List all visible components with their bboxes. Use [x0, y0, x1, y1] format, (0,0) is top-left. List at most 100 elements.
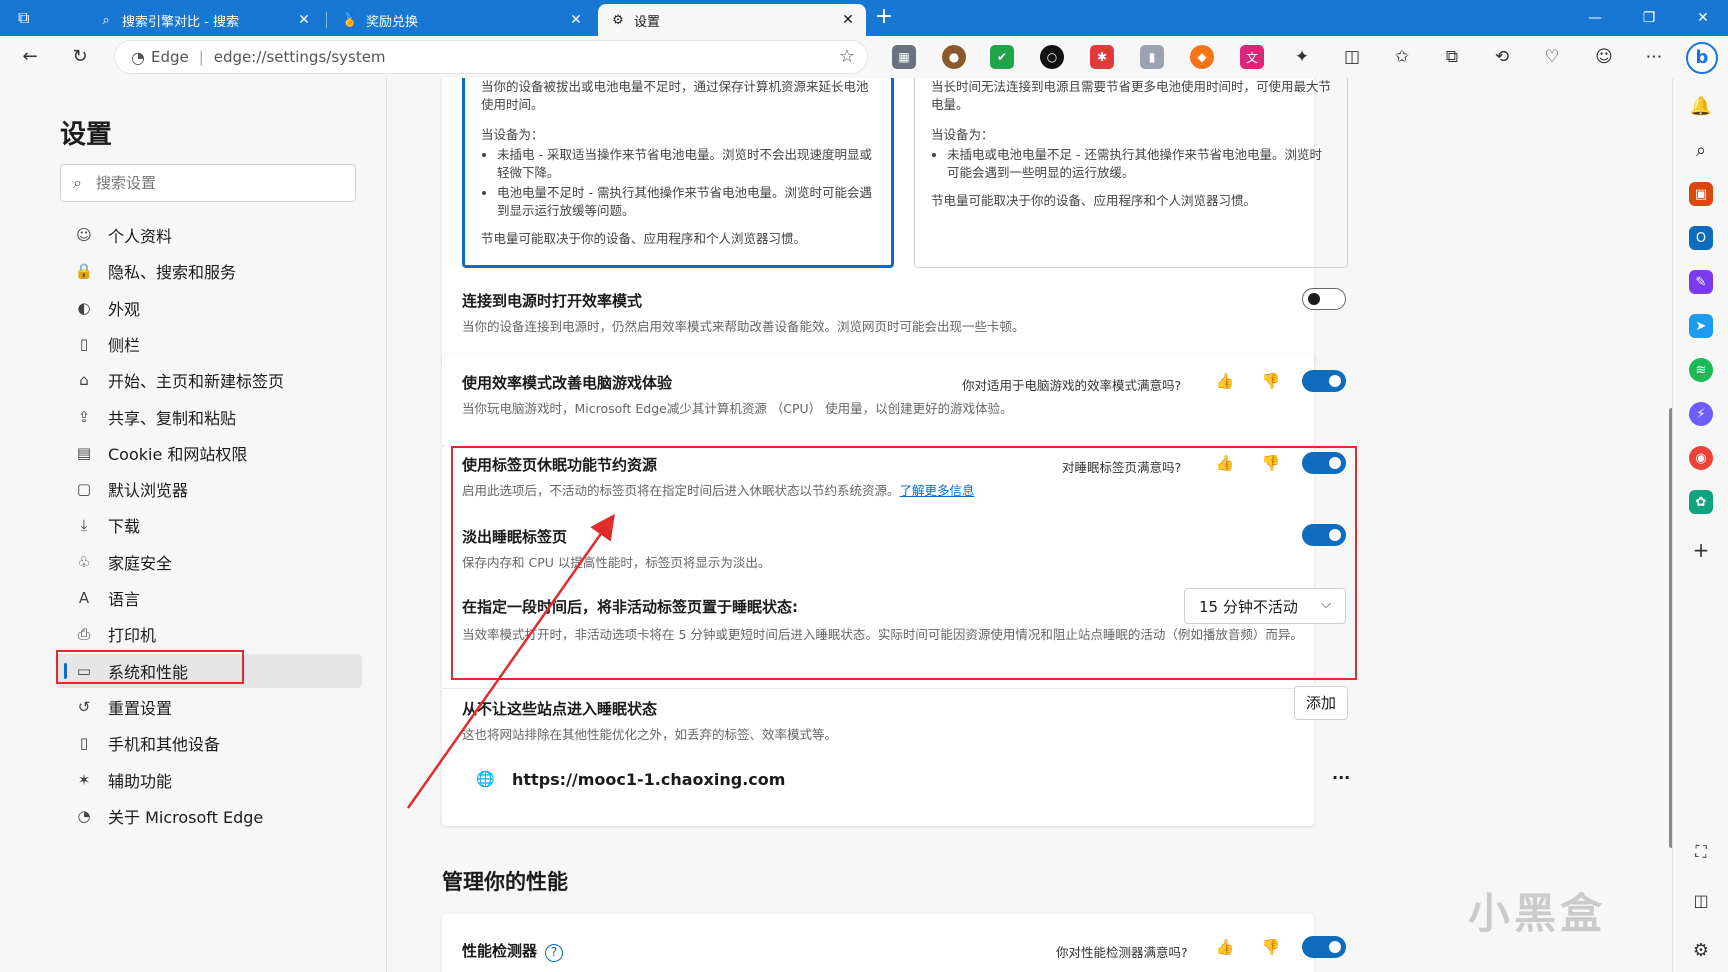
sidebar-item-language[interactable]: A 语言: [74, 581, 364, 615]
back-button[interactable]: ←: [16, 43, 44, 71]
history-icon[interactable]: ⟲: [1490, 45, 1514, 69]
thumbs-up-icon[interactable]: 👍: [1214, 938, 1236, 956]
sidebar-item-share[interactable]: ⇪ 共享、复制和粘贴: [74, 400, 364, 434]
balanced-savings-option[interactable]: 当你的设备被拔出或电池电量不足时，通过保存计算机资源来延长电池使用时间。 当设备…: [462, 78, 894, 268]
gaming-toggle[interactable]: [1302, 370, 1346, 392]
url-text[interactable]: edge://settings/system: [214, 48, 386, 66]
sidebar-item-edge-logo[interactable]: ◔ 关于 Microsoft Edge: [74, 799, 364, 833]
edge-brand-label: Edge: [150, 48, 189, 66]
close-window-button[interactable]: ✕: [1680, 6, 1726, 30]
edge-sidebar: 🔔 ⌕ ▣ O ✎ ➤ ≋ ⚡ ◉ ✿ + ⛶ ◫ ⚙: [1672, 78, 1728, 972]
mode-note: 节电量可能取决于你的设备、应用程序和个人浏览器习惯。: [481, 231, 807, 246]
phone-icon: ▯: [79, 734, 89, 753]
close-icon[interactable]: ✕: [840, 12, 856, 28]
favorites-icon[interactable]: ✩: [1390, 45, 1414, 69]
sidebar-item-family[interactable]: ♧ 家庭安全: [74, 545, 364, 579]
search-icon: ⌕: [73, 173, 82, 192]
sidebar-item-palette[interactable]: ◐ 外观: [74, 291, 364, 325]
mode-bullets: 未插电 - 采取适当操作来节省电池电量。浏览时不会出现速度明显或轻微下降。 电池…: [497, 146, 875, 220]
edge-logo-icon: ◔: [77, 806, 91, 825]
tab-rewards[interactable]: 🏅 奖励兑换 ✕: [330, 4, 594, 36]
gear-icon[interactable]: ⚙: [1689, 938, 1713, 962]
sidebar-item-phone[interactable]: ▯ 手机和其他设备: [74, 726, 364, 760]
restore-button[interactable]: ❐: [1626, 6, 1672, 30]
favorite-star-icon[interactable]: ☆: [839, 46, 855, 67]
more-menu-icon[interactable]: ⋯: [1642, 45, 1666, 69]
outlook-icon[interactable]: O: [1689, 226, 1713, 250]
extension-translate-icon[interactable]: 文: [1240, 45, 1264, 69]
thumbs-up-icon[interactable]: 👍: [1214, 372, 1236, 390]
sidebar-toggle-icon[interactable]: ◫: [1689, 888, 1713, 912]
sidebar-item-printer[interactable]: ⎙ 打印机: [74, 617, 364, 651]
sidebar-item-label: 下载: [108, 517, 141, 537]
add-site-button[interactable]: 添加: [1294, 686, 1348, 720]
medal-icon: 🏅: [341, 12, 359, 28]
screenshot-icon[interactable]: ⛶: [1689, 840, 1713, 864]
sidebar-item-reset[interactable]: ↺ 重置设置: [74, 690, 364, 724]
help-icon[interactable]: ?: [545, 944, 564, 962]
send-icon[interactable]: ➤: [1689, 314, 1713, 338]
accessibility-icon: ✶: [77, 770, 91, 789]
sidebar-item-lock[interactable]: 🔒 隐私、搜索和服务: [74, 254, 364, 288]
add-icon[interactable]: +: [1689, 538, 1713, 562]
new-tab-button[interactable]: +: [872, 6, 896, 30]
sidebar-item-cookie[interactable]: ▤ Cookie 和网站权限: [74, 436, 364, 470]
designer-icon[interactable]: ✎: [1689, 270, 1713, 294]
sidebar-item-accessibility[interactable]: ✶ 辅助功能: [74, 763, 364, 797]
search-input[interactable]: [95, 174, 326, 192]
extension-cookie-icon[interactable]: ●: [942, 45, 966, 69]
workspaces-icon[interactable]: ⧉: [18, 8, 38, 28]
extension-red-icon[interactable]: ✱: [1090, 45, 1114, 69]
close-icon[interactable]: ✕: [568, 12, 584, 28]
excluded-site-url: https://mooc1-1.chaoxing.com: [512, 770, 786, 789]
address-bar[interactable]: ◔ Edge | edge://settings/system ☆: [114, 40, 868, 74]
settings-search[interactable]: ⌕: [60, 164, 356, 202]
performance-detector-toggle[interactable]: [1302, 936, 1346, 958]
extension-shield-icon[interactable]: ✔: [990, 45, 1014, 69]
palette-icon: ◐: [77, 298, 91, 317]
gaming-desc: 当你玩电脑游戏时，Microsoft Edge减少其计算机资源 （CPU） 使用…: [462, 401, 1013, 416]
collections-icon[interactable]: ⧉: [1440, 45, 1464, 69]
bell-icon[interactable]: 🔔: [1689, 94, 1713, 118]
sidebar-item-profile[interactable]: ☺ 个人资料: [74, 218, 364, 252]
sidebar-item-label: 共享、复制和粘贴: [108, 408, 237, 428]
sidebar-item-label: 关于 Microsoft Edge: [108, 807, 264, 827]
thumbs-down-icon[interactable]: 👎: [1260, 938, 1282, 956]
copilot-icon[interactable]: b: [1686, 42, 1718, 74]
close-icon[interactable]: ✕: [296, 12, 312, 28]
divider: [442, 688, 1314, 689]
maximum-savings-option[interactable]: 当长时间无法连接到电源且需要节省更多电池使用时间时，可使用最大节电量。 当设备为…: [914, 78, 1348, 268]
refresh-button[interactable]: ↻: [66, 43, 94, 71]
extension-circle-icon[interactable]: ○: [1040, 45, 1064, 69]
split-screen-icon[interactable]: ◫: [1340, 45, 1364, 69]
settings-title: 设置: [60, 120, 113, 150]
extensions-puzzle-icon[interactable]: ✦: [1290, 45, 1314, 69]
tab-settings[interactable]: ⚙ 设置 ✕: [598, 4, 866, 36]
toolbox-icon[interactable]: ▣: [1689, 182, 1713, 206]
extension-orange-icon[interactable]: ◆: [1190, 45, 1214, 69]
extension-game-icon[interactable]: ▦: [892, 45, 916, 69]
sidebar-item-sidebar[interactable]: ▯ 侧栏: [74, 327, 364, 361]
messenger-icon[interactable]: ⚡: [1689, 402, 1713, 426]
settings-page: 设置 ⌕ ☺ 个人资料 🔒 隐私、搜索和服务 ◐ 外观 ▯ 侧栏 ⌂ 开始、主页和新建标签页 ⇪ 共享…: [0, 78, 1672, 972]
chatgpt-icon[interactable]: ✿: [1689, 490, 1713, 514]
site-more-options-icon[interactable]: ···: [1332, 768, 1350, 787]
tab-search-compare[interactable]: ⌕ 搜索引擎对比 - 搜索 ✕: [86, 4, 322, 36]
globe-icon: 🌐: [476, 770, 495, 788]
edge-logo-icon: ◔: [131, 47, 145, 67]
chrome-icon[interactable]: ◉: [1689, 446, 1713, 470]
cookie-icon: ▤: [76, 443, 92, 462]
thumbs-down-icon[interactable]: 👎: [1260, 372, 1282, 390]
search-icon[interactable]: ⌕: [1689, 138, 1713, 162]
performance-heart-icon[interactable]: ♡: [1540, 45, 1564, 69]
extension-book-icon[interactable]: ▮: [1140, 45, 1164, 69]
sidebar-item-home[interactable]: ⌂ 开始、主页和新建标签页: [74, 363, 364, 397]
minimize-button[interactable]: —: [1572, 6, 1618, 30]
spotify-icon[interactable]: ≋: [1689, 358, 1713, 382]
power-efficiency-toggle[interactable]: [1302, 288, 1346, 310]
never-sleep-title: 从不让这些站点进入睡眠状态: [462, 700, 658, 718]
performance-detector-title: 性能检测器?: [462, 940, 564, 962]
profile-avatar[interactable]: ☺: [1592, 45, 1616, 69]
sidebar-item-browser[interactable]: ▢ 默认浏览器: [74, 472, 364, 506]
sidebar-item-download[interactable]: ⤓ 下载: [74, 508, 364, 542]
